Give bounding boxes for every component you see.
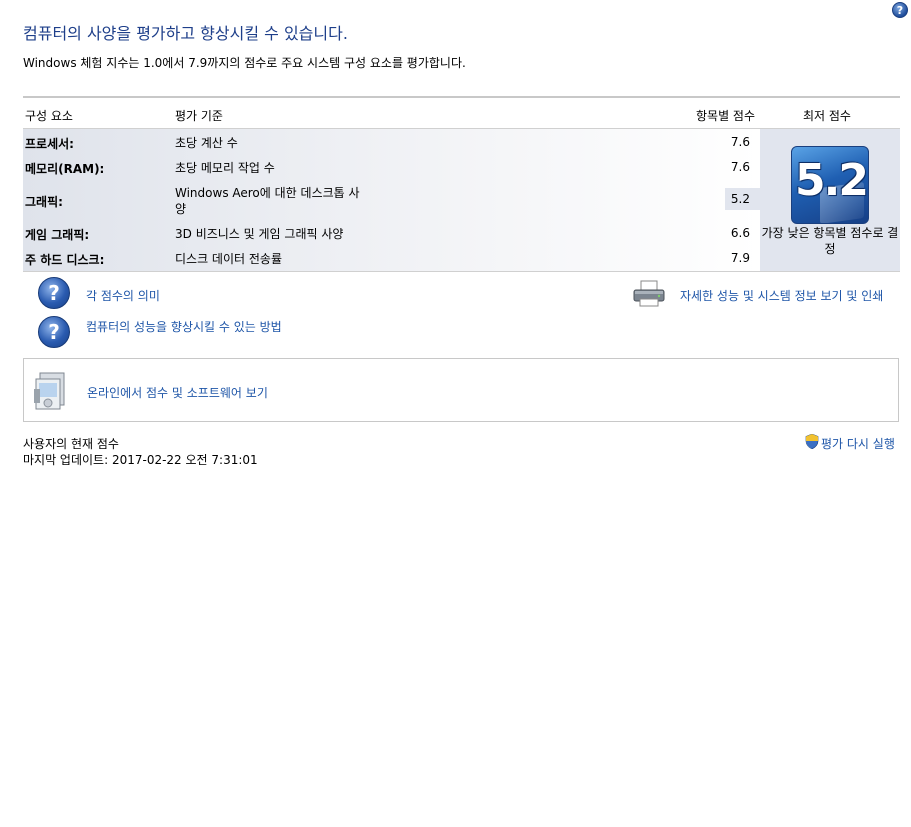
table-body: 프로세서: 초당 계산 수 7.6 메모리(RAM): 초당 메모리 작업 수 … xyxy=(23,129,760,271)
question-icon[interactable]: ? xyxy=(38,316,70,348)
base-score-value: 5.2 xyxy=(795,155,868,206)
component-label: 게임 그래픽: xyxy=(25,228,90,242)
base-score-caption: 가장 낮은 항목별 점수로 결정 xyxy=(761,226,899,256)
component-label: 그래픽: xyxy=(25,195,63,209)
detailed-info-link[interactable]: 자세한 성능 및 시스템 정보 보기 및 인쇄 xyxy=(680,287,883,304)
subscore-value: 7.6 xyxy=(730,135,750,149)
current-score-label: 사용자의 현재 점수 xyxy=(23,437,119,451)
page-subtitle: Windows 체험 지수는 1.0에서 7.9까지의 점수로 주요 시스템 구… xyxy=(23,56,466,70)
criteria-label: Windows Aero에 대한 데스크톱 사양 xyxy=(175,186,360,216)
subscore-value: 6.6 xyxy=(730,226,750,240)
header-component: 구성 요소 xyxy=(25,109,73,123)
printer-icon[interactable] xyxy=(632,280,666,308)
component-label: 프로세서: xyxy=(25,137,74,151)
header-base-score: 최저 점수 xyxy=(803,109,851,123)
criteria-label: 디스크 데이터 전송률 xyxy=(175,252,282,266)
base-score-badge: 5.2 xyxy=(791,146,869,224)
help-icon[interactable]: ? xyxy=(892,2,908,18)
criteria-label: 3D 비즈니스 및 게임 그래픽 사양 xyxy=(175,227,344,241)
software-box-icon xyxy=(34,372,65,410)
subscore-value-lowest: 5.2 xyxy=(724,188,760,210)
question-icon[interactable]: ? xyxy=(38,277,70,309)
header-criteria: 평가 기준 xyxy=(175,109,223,123)
last-update-label: 마지막 업데이트: 2017-02-22 오전 7:31:01 xyxy=(23,453,258,467)
criteria-label: 초당 메모리 작업 수 xyxy=(175,161,275,175)
rerun-assessment-link[interactable]: 평가 다시 실행 xyxy=(821,435,895,452)
subscore-value: 7.6 xyxy=(730,160,750,174)
header-subscore: 항목별 점수 xyxy=(696,109,756,123)
online-scores-link[interactable]: 온라인에서 점수 및 소프트웨어 보기 xyxy=(87,384,268,401)
uac-shield-icon[interactable] xyxy=(805,434,819,449)
subscore-value: 7.9 xyxy=(730,251,750,265)
base-score-panel: 5.2 가장 낮은 항목별 점수로 결정 xyxy=(760,129,900,271)
improve-performance-link[interactable]: 컴퓨터의 성능을 향상시킬 수 있는 방법 xyxy=(86,318,282,335)
page-title: 컴퓨터의 사양을 평가하고 향상시킬 수 있습니다. xyxy=(23,24,348,43)
online-section: 온라인에서 점수 및 소프트웨어 보기 xyxy=(23,358,899,422)
component-label: 주 하드 디스크: xyxy=(25,253,105,267)
score-meaning-link[interactable]: 각 점수의 의미 xyxy=(86,287,160,304)
component-label: 메모리(RAM): xyxy=(25,162,105,176)
table-header: 구성 요소 평가 기준 항목별 점수 최저 점수 xyxy=(23,98,900,129)
criteria-label: 초당 계산 수 xyxy=(175,136,238,150)
score-table: 구성 요소 평가 기준 항목별 점수 최저 점수 프로세서: 초당 계산 수 7… xyxy=(23,96,900,272)
